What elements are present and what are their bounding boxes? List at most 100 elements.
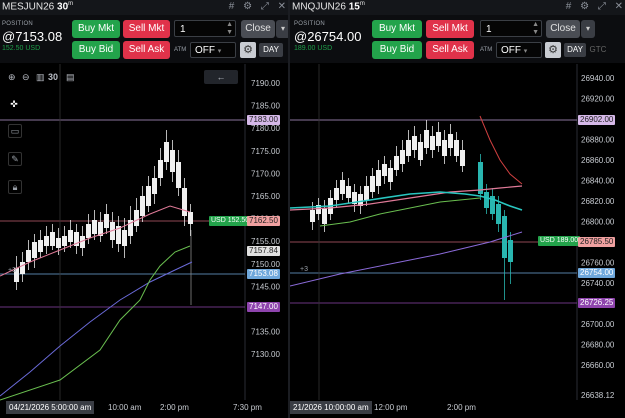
sell-mkt-button[interactable]: Sell Mkt — [123, 20, 170, 38]
candle — [328, 198, 333, 214]
position-count: +3 — [300, 266, 308, 273]
tab-title[interactable]: MESJUN26 30m — [2, 1, 73, 12]
y-tick-label: 7185.00 — [251, 102, 280, 111]
tif-day-button[interactable]: DAY — [564, 43, 586, 57]
y-tick-label: 26740.00 — [581, 279, 615, 288]
template-icon[interactable]: ▭ — [8, 124, 22, 138]
ma-red — [479, 115, 523, 185]
time-cursor-label: 04/21/2026 5:00:00 am — [6, 401, 95, 414]
close-icon[interactable]: ✕ — [278, 1, 286, 12]
candle — [134, 210, 139, 226]
tab-title[interactable]: MNQJUN26 15m — [292, 1, 365, 12]
price-tag-stop[interactable]: 26726.25 — [578, 298, 616, 308]
gear-icon[interactable]: ⚙ — [580, 1, 589, 12]
y-tick-label: 7175.00 — [251, 147, 280, 156]
close-dropdown-button[interactable]: ▾ — [276, 20, 288, 38]
y-tick-label: 26880.00 — [581, 136, 615, 145]
zoom-out-icon[interactable]: ⊖ — [22, 72, 30, 83]
tif-gtc-button[interactable]: GTC — [588, 43, 608, 57]
sell-ask-button[interactable]: Sell Ask — [123, 41, 170, 59]
crosshair-icon[interactable]: # — [229, 1, 235, 12]
candle — [376, 170, 381, 186]
time-label-2: 2:00 pm — [160, 403, 189, 412]
quantity-field[interactable]: 1 ▲ ▼ — [480, 20, 542, 37]
pnl-tag[interactable]: USD 152.50 — [209, 216, 252, 226]
candle — [122, 230, 127, 246]
candle — [86, 224, 91, 238]
candle — [364, 186, 369, 200]
candle — [508, 240, 513, 262]
y-tick-label: 7170.00 — [251, 169, 280, 178]
pnl-tag[interactable]: USD 189.00 — [538, 236, 581, 246]
y-tick-label: 7190.00 — [251, 79, 280, 88]
y-tick-label: 26680.00 — [581, 341, 615, 350]
close-button[interactable]: Close — [241, 20, 275, 38]
y-tick-label: 26920.00 — [581, 95, 615, 104]
buy-bid-button[interactable]: Buy Bid — [72, 41, 120, 59]
buy-mkt-button[interactable]: Buy Mkt — [72, 20, 120, 38]
close-button[interactable]: Close — [546, 20, 580, 38]
ma-pink — [0, 205, 191, 277]
y-tick-label: 7130.00 — [251, 350, 280, 359]
atm-gear-icon[interactable]: ⚙ — [240, 42, 256, 58]
candle — [394, 156, 399, 170]
atm-label: ATM — [480, 47, 493, 53]
chart-type-icon[interactable]: ▤ — [66, 72, 75, 83]
buy-bid-button[interactable]: Buy Bid — [372, 41, 422, 59]
time-label-3: 7:30 pm — [233, 403, 262, 412]
time-label-1: 10:00 am — [108, 403, 142, 412]
interval-button[interactable]: 30 — [48, 72, 58, 82]
candle — [152, 178, 157, 194]
trade-bar: POSITION @26754.00 189.00 USD Buy Mkt Se… — [290, 15, 625, 63]
candle — [32, 242, 37, 258]
ma-green — [319, 197, 481, 227]
candle — [496, 204, 501, 224]
atm-gear-icon[interactable]: ⚙ — [545, 42, 561, 58]
tif-day-button[interactable]: DAY — [259, 43, 283, 57]
cursor-icon[interactable]: ✜ — [8, 98, 20, 110]
maximize-icon[interactable]: ⤢ — [598, 1, 606, 12]
atm-select[interactable]: OFF ▾ — [496, 42, 542, 58]
sell-ask-button[interactable]: Sell Ask — [426, 41, 474, 59]
y-tick-label: 26638.12 — [581, 391, 615, 400]
bar-chart-icon[interactable]: ▥ — [36, 72, 45, 83]
position-label: POSITION — [294, 21, 326, 27]
candle — [430, 136, 435, 150]
candle — [50, 232, 55, 246]
tab-bar: MESJUN26 30m # ⚙ ⤢ ✕ — [0, 0, 288, 16]
maximize-icon[interactable]: ⤢ — [261, 1, 269, 12]
close-icon[interactable]: ✕ — [615, 1, 623, 12]
position-price: @26754.00 — [294, 29, 362, 44]
candle — [80, 236, 85, 248]
gear-icon[interactable]: ⚙ — [243, 1, 252, 12]
candle — [424, 130, 429, 148]
candle — [490, 196, 495, 214]
time-label-2: 2:00 pm — [447, 403, 476, 412]
candle — [412, 136, 417, 150]
y-tick-label: 7165.00 — [251, 192, 280, 201]
candle — [20, 262, 25, 274]
candle — [418, 142, 423, 160]
y-tick-label: 7145.00 — [251, 282, 280, 291]
zoom-in-icon[interactable]: ⊕ — [8, 72, 16, 83]
lock-icon[interactable]: 🔒︎ — [8, 180, 22, 194]
candle — [44, 236, 49, 246]
pencil-icon[interactable]: ✎ — [8, 152, 22, 166]
close-dropdown-button[interactable]: ▾ — [581, 20, 595, 38]
candle — [460, 150, 465, 166]
price-tag-stop[interactable]: 7147.00 — [247, 302, 280, 312]
tab-bar: MNQJUN26 15m # ⚙ ⤢ ✕ — [290, 0, 625, 16]
candle — [158, 160, 163, 178]
quantity-spinner-icon[interactable]: ▲ ▼ — [532, 21, 539, 37]
quantity-spinner-icon[interactable]: ▲ ▼ — [226, 21, 233, 37]
sell-mkt-button[interactable]: Sell Mkt — [426, 20, 474, 38]
atm-select[interactable]: OFF ▾ — [190, 42, 236, 58]
buy-mkt-button[interactable]: Buy Mkt — [372, 20, 422, 38]
candle — [322, 208, 327, 224]
candle — [116, 226, 121, 244]
price-tag-current: 26754.00 — [578, 268, 616, 278]
back-arrow-icon[interactable]: ← — [204, 70, 238, 84]
crosshair-icon[interactable]: # — [566, 1, 572, 12]
candle — [370, 176, 375, 192]
quantity-field[interactable]: 1 ▲ ▼ — [174, 20, 236, 37]
